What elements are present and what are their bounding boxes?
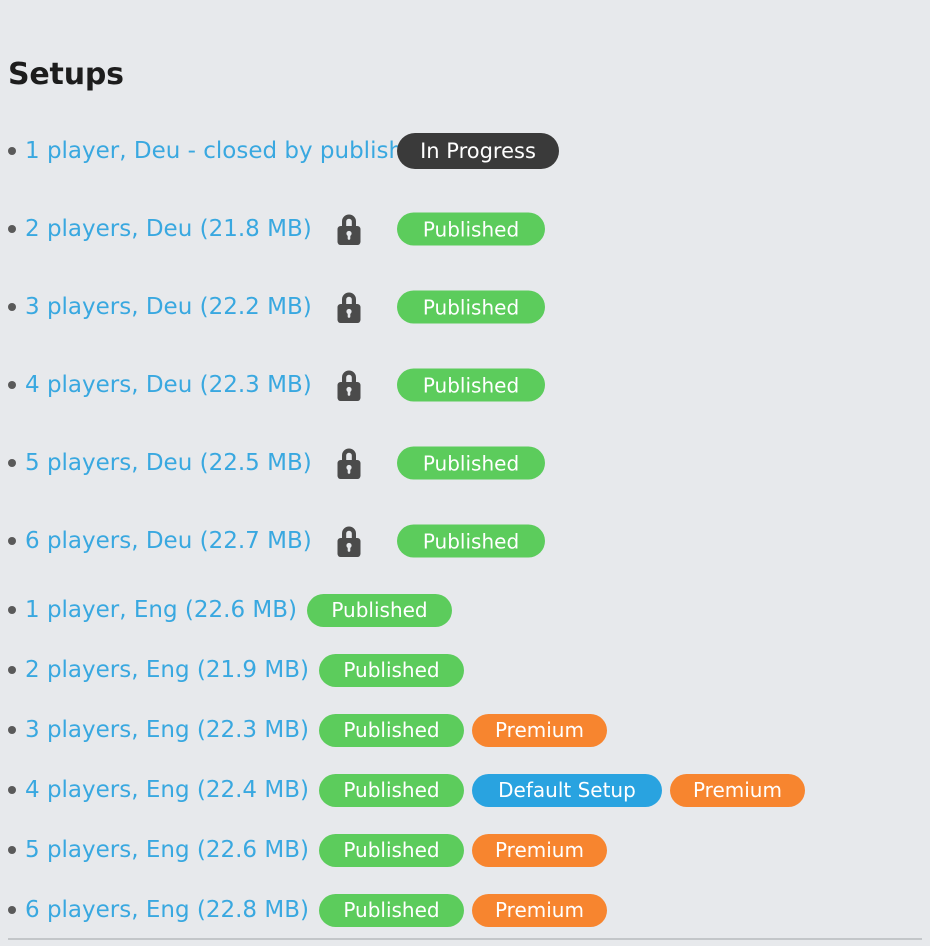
bullet-point-icon [8,666,16,674]
badge-group: Published Premium [318,893,607,927]
status-badge-published: Published [397,446,545,480]
setup-link[interactable]: 3 players, Eng (22.3 MB) [25,718,309,742]
status-badge-published: Published [318,773,464,807]
bullet-point-icon [8,846,16,854]
badge-group: Published Premium [318,713,607,747]
status-badge-defaultsetup: Default Setup [471,773,662,807]
setups-list: 1 player, Deu - closed by publisher In Pr… [0,112,930,940]
badge-group: Published [306,593,452,627]
status-badge-premium: Premium [471,833,607,867]
lock-closed-icon [330,364,368,406]
status-badge-premium: Premium [471,713,607,747]
status-badge-published: Published [306,593,452,627]
bullet-point-icon [8,303,16,311]
setup-link[interactable]: 1 player, Deu - closed by publisher [25,139,427,163]
badge-group: Published [397,524,545,558]
setup-row: 6 players, Deu (22.7 MB) Published [0,502,930,580]
lock-closed-icon [330,286,368,328]
setup-link[interactable]: 6 players, Eng (22.8 MB) [25,898,309,922]
status-badge-published: Published [397,368,545,402]
setup-link[interactable]: 2 players, Deu (21.8 MB) [25,217,312,241]
setup-row: 6 players, Eng (22.8 MB) Published Premium [0,880,930,940]
setup-row: 2 players, Eng (21.9 MB) Published [0,640,930,700]
bullet-point-icon [8,606,16,614]
setup-link[interactable]: 3 players, Deu (22.2 MB) [25,295,312,319]
lock-closed-icon [330,208,368,250]
badge-group: Published Premium [318,833,607,867]
status-badge-published: Published [397,524,545,558]
badge-group: Published [318,653,464,687]
setup-row: 1 player, Deu - closed by publisher In Pr… [0,112,930,190]
bullet-point-icon [8,147,16,155]
status-badge-published: Published [397,290,545,324]
badge-group: Published [397,368,545,402]
setup-row: 5 players, Eng (22.6 MB) Published Premium [0,820,930,880]
lock-closed-icon [330,442,368,484]
status-badge-published: Published [397,212,545,246]
badge-group: Published [397,446,545,480]
badge-group: Published Default Setup Premium [318,773,805,807]
setup-link[interactable]: 5 players, Deu (22.5 MB) [25,451,312,475]
setups-page: Setups 1 player, Deu - closed by publish… [0,0,930,946]
bullet-point-icon [8,381,16,389]
setup-row: 4 players, Deu (22.3 MB) Published [0,346,930,424]
badge-group: Published [397,212,545,246]
status-badge-published: Published [318,653,464,687]
status-badge-inprogress: In Progress [397,133,559,169]
setup-link[interactable]: 2 players, Eng (21.9 MB) [25,658,309,682]
page-title: Setups [8,57,124,93]
status-badge-premium: Premium [471,893,607,927]
lock-closed-icon [330,520,368,562]
bullet-point-icon [8,786,16,794]
status-badge-premium: Premium [669,773,805,807]
status-badge-published: Published [318,893,464,927]
status-badge-published: Published [318,713,464,747]
status-badge-published: Published [318,833,464,867]
bullet-point-icon [8,459,16,467]
badge-group: Published [397,290,545,324]
setup-row: 3 players, Eng (22.3 MB) Published Premium [0,700,930,760]
setup-link[interactable]: 6 players, Deu (22.7 MB) [25,529,312,553]
bullet-point-icon [8,225,16,233]
setup-row: 2 players, Deu (21.8 MB) Published [0,190,930,268]
setup-row: 4 players, Eng (22.4 MB) Published Default… [0,760,930,820]
badge-group: In Progress [397,133,559,169]
setup-row: 3 players, Deu (22.2 MB) Published [0,268,930,346]
setup-row: 5 players, Deu (22.5 MB) Published [0,424,930,502]
setup-link[interactable]: 5 players, Eng (22.6 MB) [25,838,309,862]
setup-row: 1 player, Eng (22.6 MB) Published [0,580,930,640]
setup-link[interactable]: 1 player, Eng (22.6 MB) [25,598,297,622]
setup-link[interactable]: 4 players, Deu (22.3 MB) [25,373,312,397]
bullet-point-icon [8,726,16,734]
bullet-point-icon [8,537,16,545]
bottom-divider [8,938,922,940]
bullet-point-icon [8,906,16,914]
setup-link[interactable]: 4 players, Eng (22.4 MB) [25,778,309,802]
